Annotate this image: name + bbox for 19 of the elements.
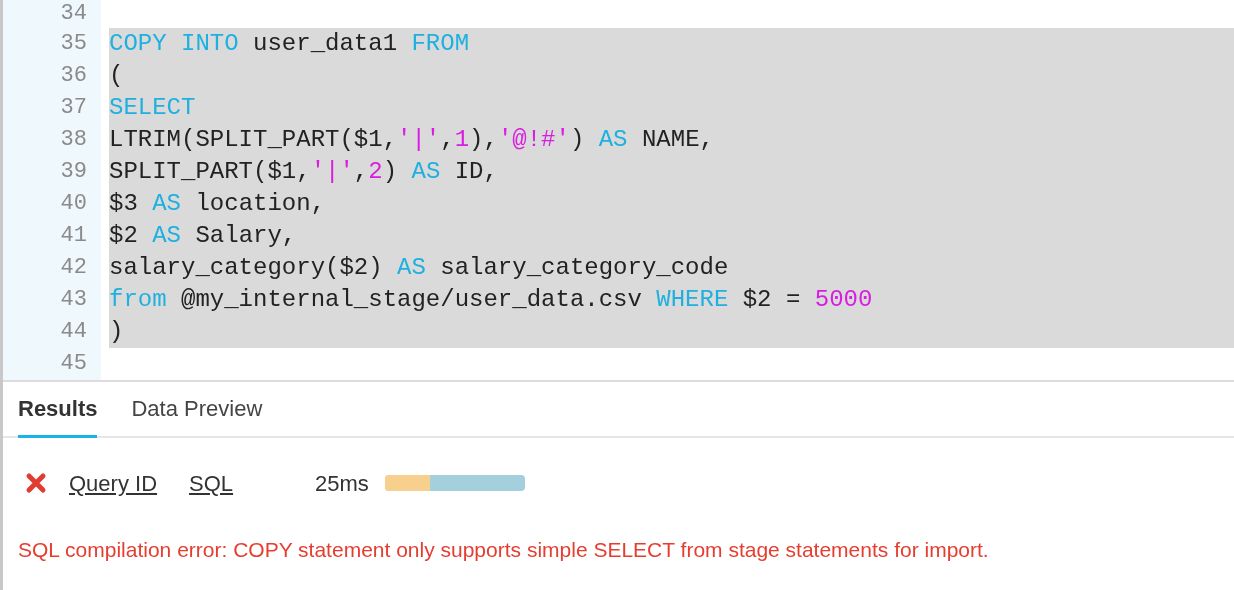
line-number: 39	[3, 156, 101, 188]
code-editor[interactable]	[3, 0, 1234, 382]
line-number: 45	[3, 348, 101, 380]
line-number: 34	[3, 0, 101, 28]
results-tab[interactable]: Data Preview	[131, 392, 263, 438]
line-number: 38	[3, 124, 101, 156]
query-id-link[interactable]: Query ID	[69, 466, 158, 500]
results-tab[interactable]: Results	[18, 392, 98, 438]
line-number: 37	[3, 92, 101, 124]
line-number: 35	[3, 28, 101, 60]
line-number: 44	[3, 316, 101, 348]
sql-link[interactable]: SQL	[189, 466, 234, 500]
duration: 25ms	[315, 469, 369, 498]
line-number: 36	[3, 60, 101, 92]
line-number: 40	[3, 188, 101, 220]
line-number: 42	[3, 252, 101, 284]
error-message: SQL compilation error: COPY statement only supports simple SELECT from stage statements for import.	[17, 537, 990, 563]
line-number: 43	[3, 284, 101, 316]
line-number: 41	[3, 220, 101, 252]
